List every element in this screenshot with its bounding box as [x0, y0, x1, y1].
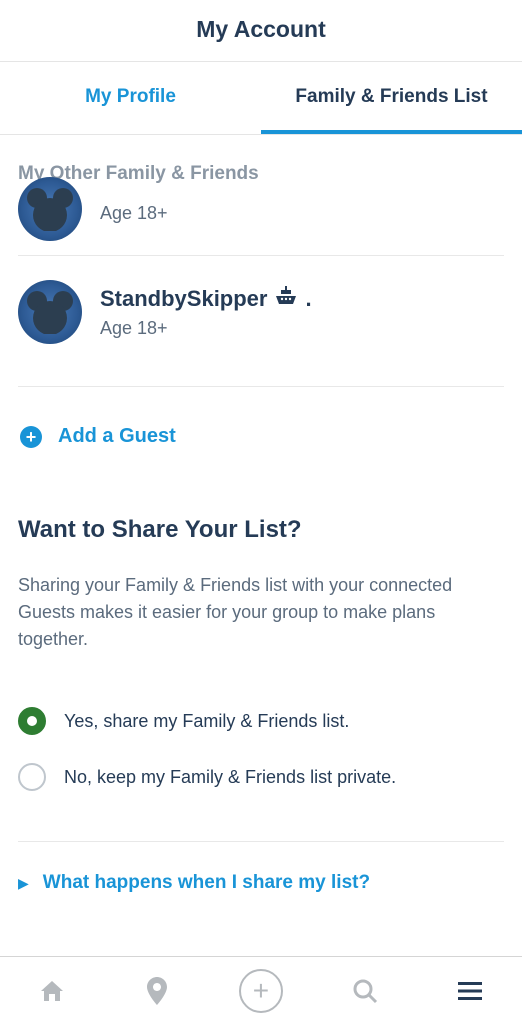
add-guest-button[interactable]: + Add a Guest — [18, 386, 504, 448]
disclosure-toggle[interactable]: ▶ What happens when I share my list? — [18, 842, 504, 924]
bottom-nav: + — [0, 956, 522, 1024]
guest-name: StandbySkipper . — [100, 286, 312, 312]
chevron-right-icon: ▶ — [18, 875, 29, 892]
guest-name-text: StandbySkipper — [100, 286, 267, 312]
add-guest-label: Add a Guest — [58, 425, 176, 448]
radio-unselected-icon — [18, 763, 46, 791]
plus-circle-icon: + — [20, 426, 42, 448]
radio-label: Yes, share my Family & Friends list. — [64, 711, 349, 732]
section-header: My Other Family & Friends — [18, 135, 504, 203]
radio-label: No, keep my Family & Friends list privat… — [64, 767, 396, 788]
guest-info: Age 18+ — [100, 203, 168, 224]
share-radio-group: Yes, share my Family & Friends list. No,… — [18, 693, 504, 842]
tab-my-profile[interactable]: My Profile — [0, 62, 261, 134]
tab-family-friends[interactable]: Family & Friends List — [261, 62, 522, 134]
share-section: Want to Share Your List? Sharing your Fa… — [18, 448, 504, 924]
guest-row[interactable]: Age 18+ — [18, 203, 504, 255]
guest-age: Age 18+ — [100, 318, 312, 339]
share-title: Want to Share Your List? — [18, 516, 504, 544]
avatar — [18, 280, 82, 344]
add-button[interactable]: + — [239, 969, 283, 1013]
main-content: My Other Family & Friends Age 18+ Standb… — [0, 135, 522, 924]
radio-share-no[interactable]: No, keep my Family & Friends list privat… — [18, 749, 504, 805]
avatar — [18, 177, 82, 241]
disclosure-label: What happens when I share my list? — [43, 872, 370, 894]
search-icon[interactable] — [343, 969, 387, 1013]
radio-selected-icon — [18, 707, 46, 735]
guest-name-suffix: . — [305, 286, 311, 312]
page-header: My Account — [0, 0, 522, 62]
radio-share-yes[interactable]: Yes, share my Family & Friends list. — [18, 693, 504, 749]
guest-info: StandbySkipper . Age 18+ — [100, 286, 312, 339]
ship-icon — [275, 286, 297, 312]
guest-row[interactable]: StandbySkipper . Age 18+ — [18, 255, 504, 368]
page-title: My Account — [0, 16, 522, 43]
home-icon[interactable] — [30, 969, 74, 1013]
location-icon[interactable] — [135, 969, 179, 1013]
menu-icon[interactable] — [448, 969, 492, 1013]
share-description: Sharing your Family & Friends list with … — [18, 572, 504, 653]
guest-age: Age 18+ — [100, 203, 168, 224]
tab-bar: My Profile Family & Friends List — [0, 62, 522, 135]
plus-icon: + — [239, 969, 283, 1013]
